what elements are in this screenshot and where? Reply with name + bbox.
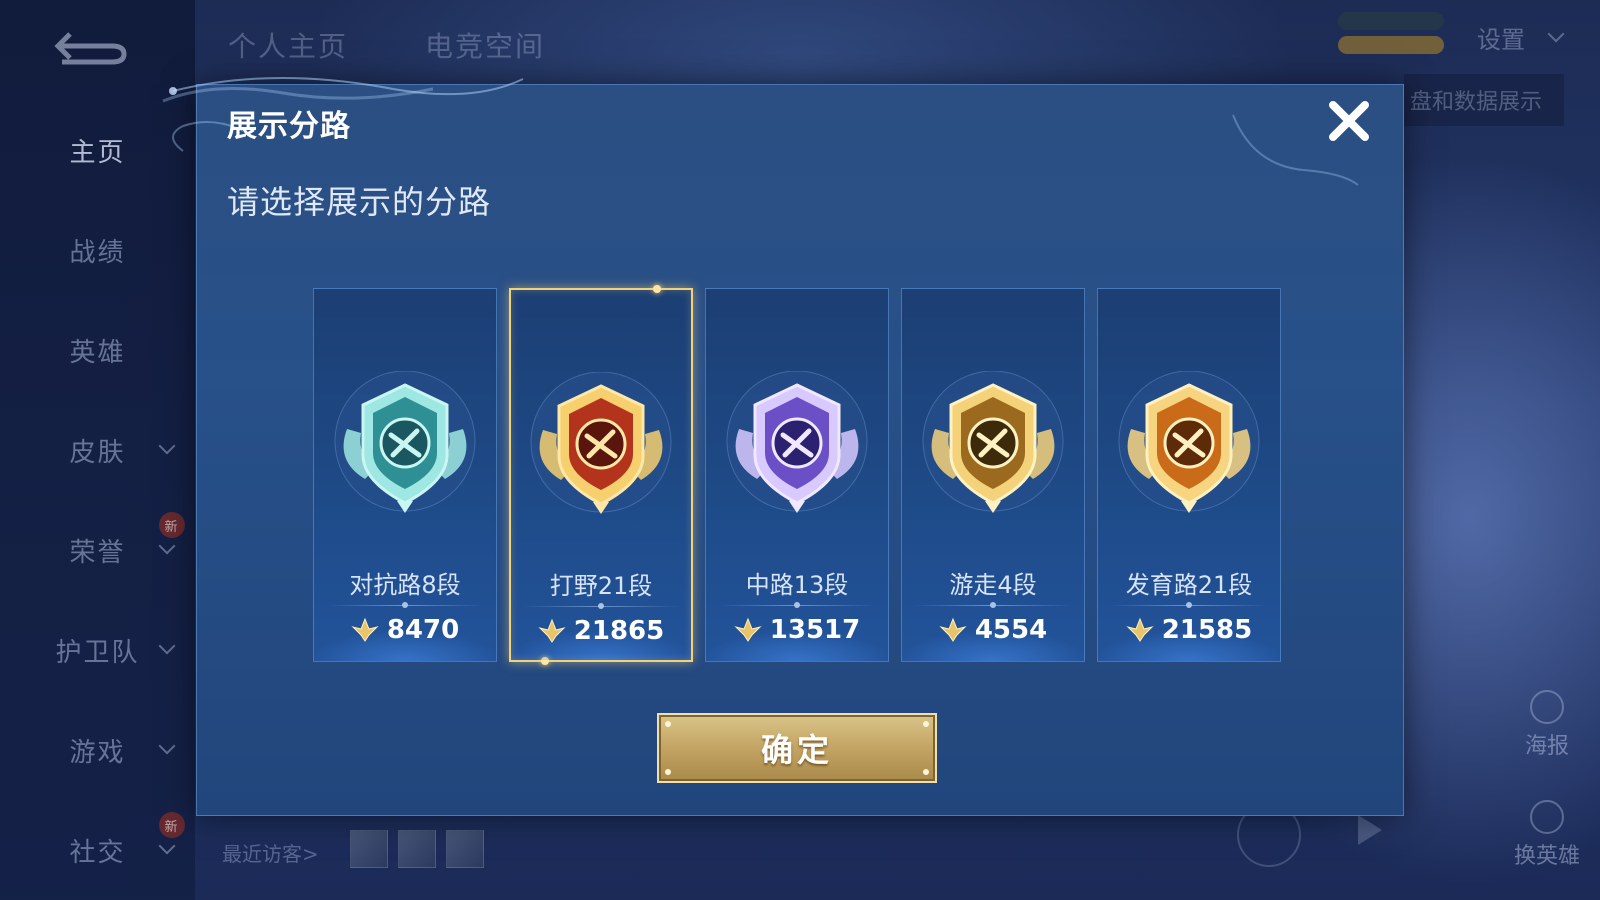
lane-score: 4554 (902, 615, 1084, 645)
sidebar-item-0[interactable]: 主页 (0, 120, 195, 180)
divider (1110, 602, 1268, 608)
data-display-banner: 盘和数据展示 (1404, 74, 1564, 126)
visitor-avatar[interactable] (398, 830, 436, 868)
lane-name: 对抗路8段 (349, 571, 461, 599)
chevron-down-icon (158, 637, 176, 655)
settings-button[interactable]: 设置 (1477, 20, 1525, 55)
divider (326, 602, 484, 608)
sidebar-item-4[interactable]: 荣誉 新 (0, 512, 195, 580)
chevron-down-icon (158, 437, 176, 455)
lane-name: 游走4段 (949, 571, 1037, 599)
sidebar-item-label: 社交 (69, 837, 126, 868)
lane-score: 8470 (314, 615, 496, 645)
score-flame-icon (939, 617, 967, 642)
divider (914, 602, 1072, 608)
lane-score: 21865 (511, 616, 691, 646)
chevron-down-icon (158, 737, 176, 755)
sidebar-item-1[interactable]: 战绩 (0, 220, 195, 280)
sidebar-item-5[interactable]: 护卫队 (0, 620, 195, 680)
selection-sparkle-icon (653, 285, 661, 293)
sidebar-item-6[interactable]: 游戏 (0, 720, 195, 780)
left-nav: 主页 战绩 英雄 皮肤 荣誉新护卫队 游戏 社交新 (0, 0, 195, 900)
lane-name: 发育路21段 (1125, 571, 1253, 599)
poster-label: 海报 (1524, 734, 1569, 759)
lane-score-value: 21585 (1161, 615, 1253, 645)
poster-icon (1530, 690, 1564, 724)
chevron-down-icon (158, 837, 176, 855)
sidebar-item-label: 主页 (69, 137, 126, 168)
lane-score: 21585 (1098, 615, 1280, 645)
sidebar-item-2[interactable]: 英雄 (0, 320, 195, 380)
corner-dot-icon (923, 769, 929, 775)
lane-card[interactable]: 发育路21段 21585 (1097, 288, 1281, 662)
sidebar-item-label: 护卫队 (55, 637, 140, 668)
sidebar-item-label: 英雄 (69, 337, 126, 368)
dialog-title: 展示分路 (227, 109, 351, 144)
hero-swap-label: 换英雄 (1513, 844, 1580, 869)
sidebar-item-label: 游戏 (69, 737, 126, 768)
lane-score-value: 4554 (974, 615, 1048, 645)
new-badge: 新 (159, 512, 185, 538)
play-icon[interactable] (1358, 815, 1382, 845)
hero-swap-button[interactable]: 换英雄 (1512, 800, 1582, 870)
sidebar-item-label: 皮肤 (69, 437, 126, 468)
hero-swap-icon (1530, 800, 1564, 834)
status-pill (1338, 12, 1444, 30)
recent-visitors-link[interactable]: 最近访客> (222, 838, 319, 867)
lane-name: 打野21段 (549, 572, 653, 600)
sidebar-item-label: 战绩 (69, 237, 126, 268)
visitor-avatar[interactable] (350, 830, 388, 868)
score-flame-icon (734, 617, 762, 642)
score-flame-icon (351, 617, 379, 642)
score-flame-icon (1126, 617, 1154, 642)
lane-card[interactable]: 游走4段 4554 (901, 288, 1085, 662)
lane-list: 对抗路8段 8470 打野21段 21865 中路13段 13517 游走4段 4554 发育路… (313, 285, 1293, 665)
tab-esports[interactable]: 电竞空间 (425, 25, 545, 65)
lane-card[interactable]: 中路13段 13517 (705, 288, 889, 662)
lane-score-value: 8470 (386, 615, 460, 645)
confirm-label: 确定 (760, 731, 833, 769)
lane-card[interactable]: 对抗路8段 8470 (313, 288, 497, 662)
sidebar-item-label: 荣誉 (69, 537, 126, 568)
divider (718, 602, 876, 608)
chevron-down-icon (1547, 25, 1565, 43)
clash-lane-emblem-icon (334, 371, 476, 513)
lane-score-value: 21865 (573, 616, 665, 646)
lane-score: 13517 (706, 615, 888, 645)
chevron-down-icon (158, 537, 176, 555)
back-icon[interactable] (50, 28, 130, 68)
lane-name: 中路13段 (745, 571, 849, 599)
selection-sparkle-icon (541, 657, 549, 665)
lane-score-value: 13517 (769, 615, 861, 645)
new-badge: 新 (159, 812, 185, 838)
confirm-button[interactable]: 确定 (657, 713, 937, 783)
mid-lane-emblem-icon (726, 371, 868, 513)
visitor-avatar[interactable] (446, 830, 484, 868)
sidebar-item-3[interactable]: 皮肤 (0, 420, 195, 480)
poster-button[interactable]: 海报 (1512, 690, 1582, 760)
corner-dot-icon (923, 721, 929, 727)
score-flame-icon (538, 618, 566, 643)
farm-lane-emblem-icon (1118, 371, 1260, 513)
lane-card[interactable]: 打野21段 21865 (509, 285, 693, 665)
lane-select-dialog: 展示分路 请选择展示的分路 对抗路8段 8470 打野21段 21865 中路13段 13… (162, 76, 1404, 816)
close-icon[interactable] (1325, 97, 1373, 145)
sidebar-item-7[interactable]: 社交 新 (0, 812, 195, 880)
status-pill-gold (1338, 36, 1444, 54)
jungle-emblem-icon (530, 372, 672, 514)
tab-profile[interactable]: 个人主页 (228, 25, 348, 65)
divider (523, 603, 679, 609)
corner-dot-icon (665, 721, 671, 727)
corner-dot-icon (665, 769, 671, 775)
dialog-subtitle: 请选择展示的分路 (227, 183, 492, 221)
roam-emblem-icon (922, 371, 1064, 513)
